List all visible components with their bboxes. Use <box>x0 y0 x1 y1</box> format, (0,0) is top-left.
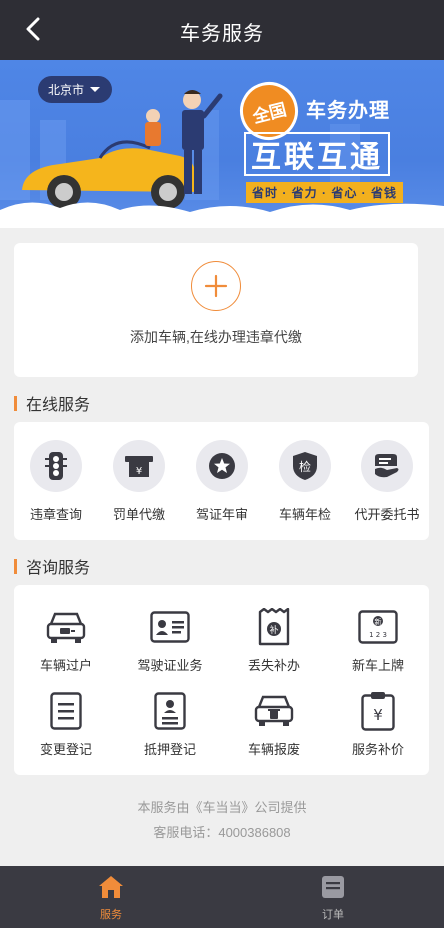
banner-slogan: 省时 · 省力 · 省心 · 省钱 <box>246 182 403 203</box>
service-license-review[interactable]: 驾证年审 <box>180 440 264 523</box>
consult-label: 新车上牌 <box>351 658 404 673</box>
car-scrap-icon <box>252 691 296 731</box>
consult-service-price[interactable]: ¥ 服务补价 <box>326 691 430 758</box>
add-vehicle-text: 添加车辆,在线办理违章代缴 <box>130 329 302 345</box>
traffic-light-icon <box>30 440 82 492</box>
caret-down-icon <box>90 87 101 92</box>
svg-text:¥: ¥ <box>136 466 142 477</box>
consult-mortgage-registration[interactable]: 抵押登记 <box>118 691 222 758</box>
consult-new-car-plate[interactable]: 新 1 2 3 新车上牌 <box>326 607 430 674</box>
tab-label: 服务 <box>100 909 122 921</box>
service-label: 罚单代缴 <box>112 507 165 522</box>
home-icon <box>98 874 124 900</box>
hotline-text[interactable]: 客服电话：4000386808 <box>0 822 444 841</box>
service-label: 车辆年检 <box>278 507 331 522</box>
bottom-tab-bar: 服务 订单 <box>0 866 444 928</box>
svg-text:1 2 3: 1 2 3 <box>369 631 387 639</box>
fine-ticket-icon: ¥ <box>113 440 165 492</box>
section-title-consult: 咨询服务 <box>26 560 91 577</box>
service-fine-payment[interactable]: ¥ 罚单代缴 <box>97 440 181 523</box>
banner-headline: 全国 车务办理 互联互通 省时 · 省力 · 省心 · 省钱 <box>233 75 436 206</box>
section-title-online: 在线服务 <box>26 397 91 414</box>
svg-text:检: 检 <box>299 459 311 474</box>
consult-label: 丢失补办 <box>247 658 300 673</box>
tab-service[interactable]: 服务 <box>71 874 151 922</box>
mortgage-doc-icon <box>148 691 192 731</box>
tab-label: 订单 <box>322 909 344 921</box>
document-hand-icon <box>361 440 413 492</box>
section-consult-services: 咨询服务 <box>14 554 90 578</box>
price-clipboard-icon: ¥ <box>356 691 400 731</box>
page-title: 车务服务 <box>180 23 264 45</box>
consult-vehicle-scrap[interactable]: 车辆报废 <box>222 691 326 758</box>
service-label: 驾证年审 <box>195 507 248 522</box>
service-label: 违章查询 <box>29 507 82 522</box>
plus-icon <box>204 274 228 298</box>
new-plate-icon: 新 1 2 3 <box>356 607 400 647</box>
consult-license-business[interactable]: 驾驶证业务 <box>118 607 222 674</box>
svg-text:补: 补 <box>269 624 278 636</box>
section-marker <box>14 558 17 574</box>
inspection-shield-icon: 检 <box>279 440 331 492</box>
change-doc-icon <box>44 691 88 731</box>
service-power-of-attorney[interactable]: 代开委托书 <box>345 440 429 523</box>
svg-text:¥: ¥ <box>373 706 383 724</box>
order-icon <box>320 874 346 900</box>
tab-orders[interactable]: 订单 <box>293 874 373 922</box>
svg-text:新: 新 <box>375 617 382 626</box>
service-violation-query[interactable]: 违章查询 <box>14 440 98 523</box>
consult-label: 驾驶证业务 <box>137 658 203 673</box>
promo-banner[interactable]: 北京市 全国 车务办理 互联互通 省时 · 省力 · 省心 · 省钱 <box>0 60 444 228</box>
consult-label: 抵押登记 <box>143 742 196 757</box>
consult-label: 变更登记 <box>39 742 92 757</box>
service-vehicle-inspection[interactable]: 检 车辆年检 <box>263 440 347 523</box>
consult-services-grid: 车辆过户 驾驶证业务 补 丢失补办 新 1 2 3 新车上牌 变更登记 抵押登记 <box>14 585 429 775</box>
service-label: 代开委托书 <box>354 507 420 522</box>
banner-line1: 车务办理 <box>306 100 390 122</box>
star-badge-icon <box>196 440 248 492</box>
top-nav-bar: 车务服务 <box>0 0 444 60</box>
add-vehicle-button[interactable] <box>191 261 241 311</box>
consult-change-registration[interactable]: 变更登记 <box>14 691 118 758</box>
add-vehicle-card[interactable]: 添加车辆,在线办理违章代缴 <box>14 243 418 377</box>
consult-lost-replacement[interactable]: 补 丢失补办 <box>222 607 326 674</box>
provider-note: 本服务由《车当当》公司提供 <box>137 800 307 815</box>
section-online-services: 在线服务 <box>14 391 90 415</box>
section-marker <box>14 395 17 411</box>
banner-line2: 互联互通 <box>244 132 390 176</box>
city-selector[interactable]: 北京市 <box>38 76 113 103</box>
replace-tag-icon: 补 <box>252 607 296 647</box>
online-services-grid: 违章查询 ¥ 罚单代缴 驾证年审 检 车辆年检 代开委托书 <box>14 422 429 540</box>
consult-vehicle-transfer[interactable]: 车辆过户 <box>14 607 118 674</box>
consult-label: 车辆过户 <box>39 658 92 673</box>
consult-label: 车辆报废 <box>247 742 300 757</box>
consult-label: 服务补价 <box>351 742 404 757</box>
city-label: 北京市 <box>48 83 85 97</box>
car-transfer-icon <box>44 607 88 647</box>
license-card-icon <box>148 607 192 647</box>
